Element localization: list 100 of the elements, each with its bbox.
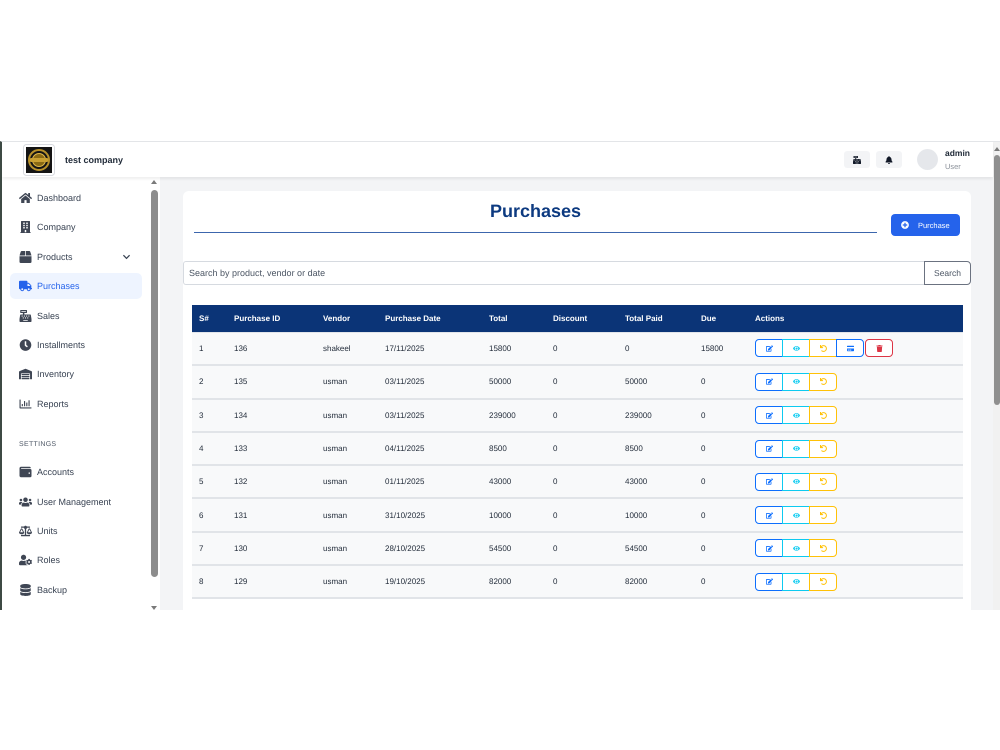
sidebar-item[interactable]: Installments [10, 332, 142, 358]
sidebar-item[interactable]: Purchases [10, 273, 142, 300]
table-cell: 54500 [618, 532, 694, 566]
edit-button[interactable] [755, 406, 783, 424]
table-cell: 239000 [482, 398, 546, 432]
undo-icon [820, 412, 826, 419]
sidebar-item[interactable]: Dashboard [10, 185, 142, 211]
edit-icon [766, 478, 772, 486]
view-button[interactable] [782, 440, 810, 458]
view-button[interactable] [782, 372, 810, 391]
table-cell: 0 [694, 498, 748, 532]
sidebar-label: Units [37, 526, 59, 536]
search-field[interactable]: Search by product, vendor or date [183, 261, 924, 285]
sidebar-item[interactable]: Sales [10, 302, 142, 329]
column-header: S# [192, 305, 227, 332]
user-gear-icon [19, 554, 32, 566]
table-cell: 10000 [618, 498, 694, 532]
table-cell: 0 [546, 498, 618, 532]
users-icon [19, 496, 32, 508]
scroll-up-icon[interactable] [151, 180, 157, 184]
view-button[interactable] [782, 339, 810, 358]
table-cell: 8500 [482, 432, 546, 466]
table-cell: usman [316, 465, 378, 498]
chevron-down-icon[interactable] [121, 252, 132, 261]
table-cell: usman [316, 565, 378, 598]
table-cell: 43000 [482, 465, 546, 498]
table-cell: 15800 [482, 332, 546, 366]
table-cell: 1 [192, 332, 227, 366]
table-cell: shakeel [316, 332, 378, 366]
edit-icon [766, 578, 772, 586]
cash-register-icon [852, 156, 861, 164]
database-icon [19, 584, 32, 596]
sidebar-item[interactable]: Reports [10, 390, 142, 417]
undo-icon [820, 544, 826, 552]
sidebar-label: Backup [37, 584, 68, 595]
column-header: Total [482, 305, 546, 332]
scale-icon [19, 524, 32, 537]
view-button[interactable] [782, 406, 810, 424]
wallet-icon [19, 466, 32, 478]
edit-button[interactable] [755, 472, 783, 491]
view-button[interactable] [782, 472, 810, 491]
table-cell: 8 [192, 565, 227, 598]
notifications-button[interactable] [876, 151, 902, 168]
return-button[interactable] [809, 339, 837, 358]
edit-icon [766, 512, 772, 519]
sidebar-item[interactable]: Accounts [10, 459, 142, 486]
cash-register-button[interactable] [844, 151, 870, 168]
scroll-up-icon[interactable] [994, 147, 1000, 151]
view-button[interactable] [782, 539, 810, 558]
sidebar-item[interactable]: Backup [10, 576, 142, 603]
table-cell: 82000 [618, 565, 694, 598]
table-cell: 239000 [618, 398, 694, 432]
table-cell: 7 [192, 532, 227, 566]
column-header: Due [694, 305, 748, 332]
table-cell: 43000 [618, 465, 694, 498]
table-cell: usman [316, 432, 378, 466]
table-cell: 50000 [482, 365, 546, 399]
building-icon [19, 221, 32, 234]
scroll-down-icon[interactable] [151, 606, 157, 610]
view-button[interactable] [782, 506, 810, 524]
eye-icon [792, 478, 800, 486]
table-cell: 28/10/2025 [378, 532, 482, 566]
table-cell: 0 [546, 365, 618, 399]
edit-button[interactable] [755, 372, 783, 391]
edit-button[interactable] [755, 440, 783, 458]
table-cell: 0 [694, 398, 748, 432]
column-header: Purchase Date [378, 305, 482, 332]
table-cell: 0 [546, 465, 618, 498]
sidebar-item[interactable]: Company [10, 214, 142, 240]
search-button[interactable]: Search [924, 261, 971, 285]
edit-button[interactable] [755, 339, 783, 358]
table-cell: usman [316, 498, 378, 532]
trash-icon [876, 344, 882, 352]
sidebar-item[interactable]: Units [10, 518, 142, 544]
table-cell: 54500 [482, 532, 546, 566]
edit-button[interactable] [755, 572, 783, 591]
pay-button[interactable] [836, 339, 864, 358]
view-button[interactable] [782, 572, 810, 591]
table-cell: 129 [227, 565, 316, 598]
column-header: Total Paid [618, 305, 694, 332]
table-cell: usman [316, 532, 378, 566]
undo-icon [820, 578, 826, 586]
sidebar-item[interactable]: Inventory [10, 361, 142, 388]
delete-button[interactable] [865, 339, 893, 358]
edit-button[interactable] [755, 506, 783, 524]
table-cell: 134 [227, 398, 316, 432]
sidebar-item[interactable]: Products [10, 244, 142, 270]
bar-chart-icon [19, 398, 32, 410]
edit-button[interactable] [755, 539, 783, 558]
company-name: test company [65, 154, 124, 164]
column-header: Actions [748, 305, 963, 332]
scrollbar-thumb[interactable] [994, 155, 1000, 405]
sidebar-item[interactable]: User Management [10, 488, 142, 515]
sidebar-label: Dashboard [37, 193, 82, 203]
table-cell: 0 [546, 532, 618, 566]
column-header: Vendor [316, 305, 378, 332]
cash-register-icon [19, 310, 32, 322]
edit-icon [766, 344, 772, 352]
scrollbar-thumb[interactable] [150, 190, 158, 577]
sidebar-item[interactable]: Roles [10, 547, 142, 574]
